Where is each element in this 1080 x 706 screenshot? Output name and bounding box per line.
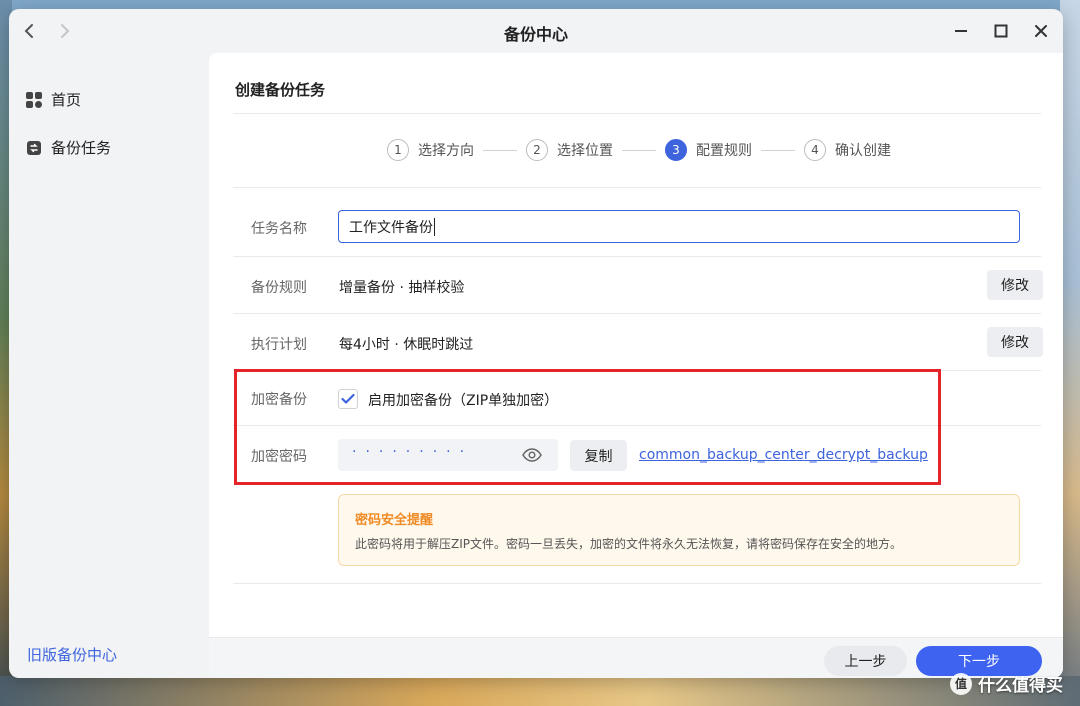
- step-number: 3: [665, 139, 687, 161]
- window-title: 备份中心: [503, 25, 568, 44]
- edit-schedule-button[interactable]: 修改: [987, 327, 1043, 357]
- divider: [233, 113, 1041, 114]
- minimize-button[interactable]: [949, 19, 973, 43]
- close-button[interactable]: [1029, 19, 1053, 43]
- watermark-text: 什么值得买: [978, 676, 1063, 696]
- step-label: 选择方向: [418, 143, 474, 159]
- maximize-icon: [994, 24, 1008, 38]
- maximize-button[interactable]: [989, 19, 1013, 43]
- step-3: 3 配置规则: [665, 139, 752, 161]
- password-value-link[interactable]: common_backup_center_decrypt_backup: [639, 447, 928, 463]
- schedule-value: 每4小时 · 休眠时跳过: [339, 337, 474, 353]
- previous-step-button[interactable]: 上一步: [824, 646, 907, 676]
- desktop-wallpaper-bottom: [0, 676, 1080, 706]
- encryption-checkbox[interactable]: [338, 389, 358, 409]
- step-number: 4: [804, 139, 826, 161]
- backup-rule-row: 备份规则 增量备份 · 抽样校验 修改: [233, 257, 1043, 314]
- backup-task-icon: [25, 139, 43, 157]
- stepper: 1 选择方向 2 选择位置 3 配置规则 4 确认创建: [387, 139, 891, 161]
- minimize-icon: [955, 30, 967, 32]
- schedule-row: 执行计划 每4小时 · 休眠时跳过 修改: [233, 314, 1043, 371]
- step-label: 配置规则: [696, 143, 752, 159]
- divider: [233, 583, 1041, 584]
- sidebar: 首页 备份任务 旧版备份中心: [9, 53, 209, 678]
- password-warning-box: 密码安全提醒 此密码将用于解压ZIP文件。密码一旦丢失，加密的文件将永久无法恢复…: [338, 494, 1020, 566]
- step-connector: [622, 149, 656, 151]
- warning-title: 密码安全提醒: [355, 513, 434, 528]
- close-icon: [1035, 25, 1047, 37]
- step-connector: [483, 149, 517, 151]
- backup-rule-label: 备份规则: [251, 280, 307, 296]
- sidebar-item-backup-tasks[interactable]: 备份任务: [25, 137, 111, 158]
- step-number: 1: [387, 139, 409, 161]
- page-title: 创建备份任务: [235, 81, 326, 99]
- title-bar: 备份中心: [9, 9, 1063, 53]
- edit-backup-rule-button[interactable]: 修改: [987, 270, 1043, 300]
- main-panel: 创建备份任务 1 选择方向 2 选择位置 3 配置规则 4 确认创建 任务名称 …: [209, 53, 1063, 678]
- password-label: 加密密码: [251, 449, 307, 465]
- sidebar-item-home[interactable]: 首页: [25, 89, 81, 110]
- password-field[interactable]: ·········: [338, 439, 558, 471]
- eye-icon[interactable]: [522, 445, 542, 465]
- sidebar-item-label: 备份任务: [51, 139, 112, 157]
- step-label: 选择位置: [557, 143, 613, 159]
- copy-password-button[interactable]: 复制: [570, 440, 627, 471]
- step-1: 1 选择方向: [387, 139, 474, 161]
- step-2: 2 选择位置: [526, 139, 613, 161]
- step-number: 2: [526, 139, 548, 161]
- backup-rule-value: 增量备份 · 抽样校验: [339, 280, 465, 296]
- task-name-input[interactable]: 工作文件备份: [338, 210, 1020, 243]
- watermark-logo: 值: [950, 672, 972, 695]
- sidebar-item-label: 首页: [51, 91, 82, 109]
- password-masked-value: ·········: [352, 444, 474, 460]
- encryption-label: 加密备份: [251, 392, 307, 408]
- step-4: 4 确认创建: [804, 139, 891, 161]
- desktop-wallpaper-right: [1060, 0, 1080, 706]
- text-caret: [434, 217, 435, 236]
- step-label: 确认创建: [835, 143, 891, 159]
- schedule-label: 执行计划: [251, 337, 307, 353]
- checkmark-icon: [341, 393, 355, 404]
- task-name-label: 任务名称: [251, 221, 307, 237]
- step-connector: [761, 149, 795, 151]
- watermark: 值 什么值得买: [950, 671, 1063, 696]
- encryption-checkbox-label: 启用加密备份（ZIP单独加密）: [368, 393, 559, 409]
- warning-text: 此密码将用于解压ZIP文件。密码一旦丢失，加密的文件将永久无法恢复，请将密码保存…: [355, 537, 903, 551]
- old-backup-center-link[interactable]: 旧版备份中心: [27, 644, 117, 665]
- grid-icon: [25, 91, 43, 109]
- backup-center-window: 备份中心 首页 备份任务 旧版备份中心 创建备份任务 1 选择方向 2 选择位置…: [9, 9, 1063, 678]
- task-name-value: 工作文件备份: [349, 219, 433, 236]
